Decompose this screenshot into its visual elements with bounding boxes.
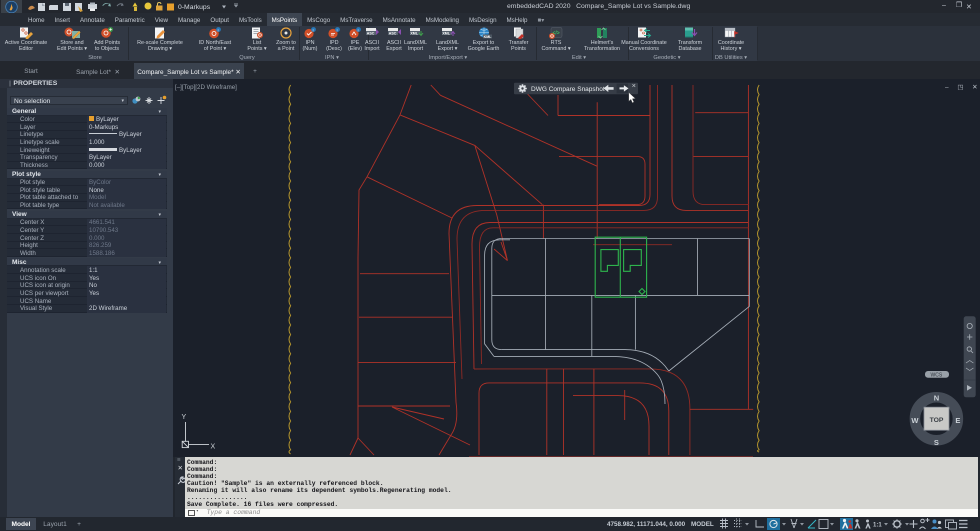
svg-text:‒ ◳ ✕: ‒ ◳ ✕ xyxy=(945,84,980,91)
svg-text:DWG Compare Snapshot: DWG Compare Snapshot xyxy=(531,86,605,93)
svg-text:WCS: WCS xyxy=(931,373,943,379)
svg-text:Y: Y xyxy=(182,414,187,421)
svg-text:E: E xyxy=(955,416,960,425)
svg-text:TOP: TOP xyxy=(930,417,944,424)
svg-text:i: i xyxy=(337,27,338,32)
svg-text:S: S xyxy=(934,438,939,447)
svg-text:1:1: 1:1 xyxy=(873,523,882,529)
svg-text:[–][Top][2D Wireframe]: [–][Top][2D Wireframe] xyxy=(175,84,237,91)
svg-text:i: i xyxy=(313,27,314,32)
svg-text:ASC: ASC xyxy=(389,32,397,36)
svg-text:KML: KML xyxy=(483,35,492,39)
svg-text:W: W xyxy=(911,416,919,425)
svg-text:XML: XML xyxy=(410,32,418,36)
svg-text:N: N xyxy=(934,394,939,403)
svg-text:0-Markups: 0-Markups xyxy=(178,4,211,11)
svg-text:XML: XML xyxy=(442,32,450,36)
svg-text:X: X xyxy=(211,444,216,451)
svg-text:i: i xyxy=(358,27,359,32)
svg-text:ASC: ASC xyxy=(367,32,375,36)
svg-text:✕: ✕ xyxy=(632,84,637,90)
svg-text:i: i xyxy=(218,27,219,32)
